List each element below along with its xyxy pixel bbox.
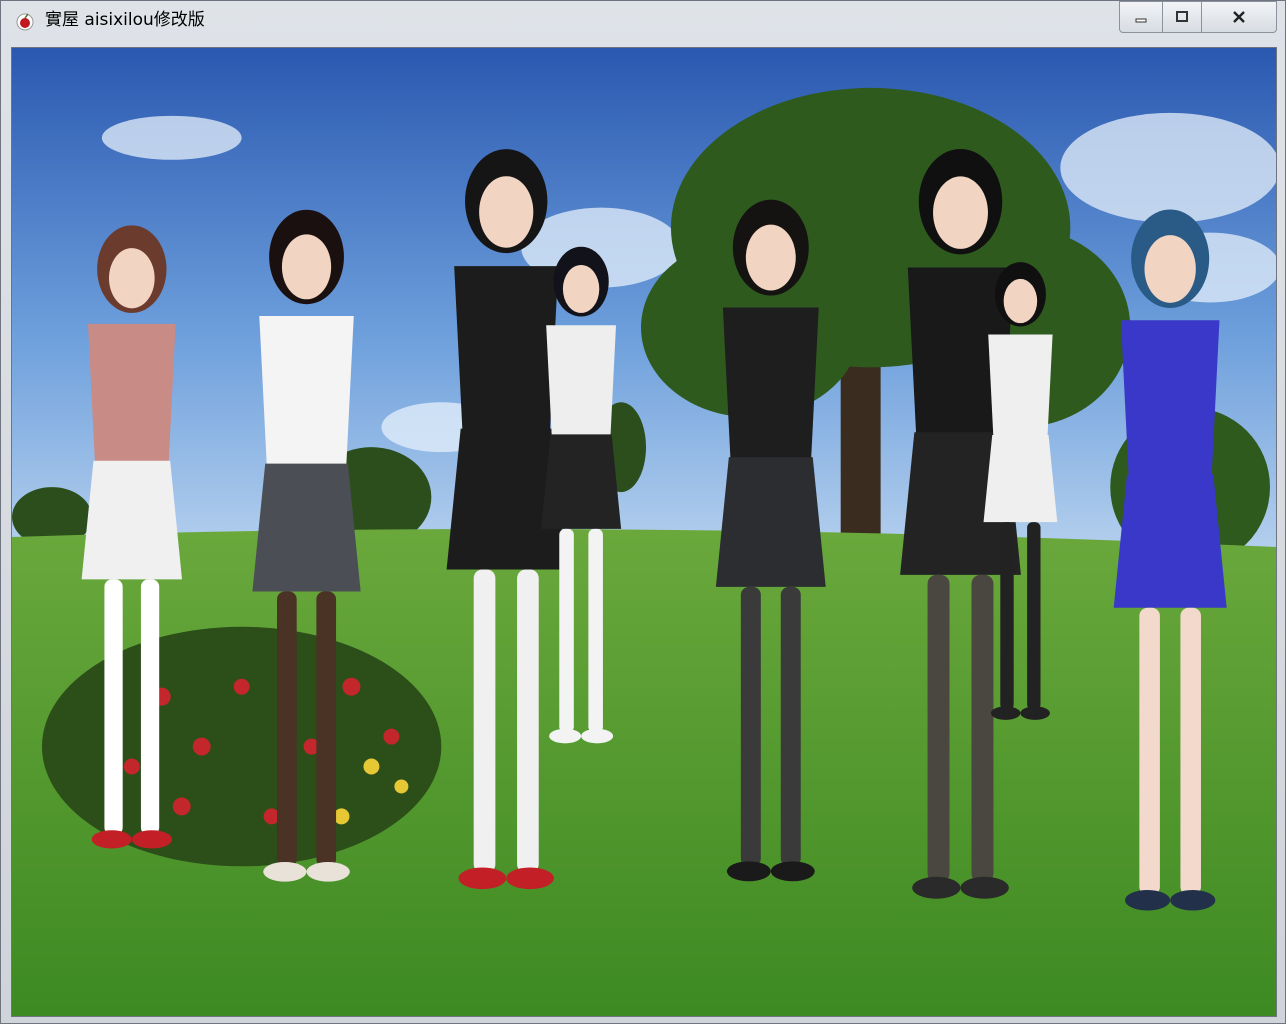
flower-bed: [41, 626, 442, 867]
minimize-icon: [1135, 18, 1147, 23]
maximize-icon: [1176, 11, 1188, 22]
maximize-button[interactable]: [1162, 1, 1202, 33]
game-viewport[interactable]: [11, 47, 1277, 1017]
game-window: 實屋 aisixilou修改版: [0, 0, 1286, 1024]
close-button[interactable]: [1201, 1, 1277, 33]
scene-canvas: [12, 48, 1276, 1016]
close-icon: [1233, 11, 1245, 23]
window-title: 實屋 aisixilou修改版: [45, 10, 205, 30]
title-bar[interactable]: 實屋 aisixilou修改版: [1, 1, 1285, 39]
minimize-button[interactable]: [1119, 1, 1163, 33]
cherry-icon: [16, 13, 34, 31]
